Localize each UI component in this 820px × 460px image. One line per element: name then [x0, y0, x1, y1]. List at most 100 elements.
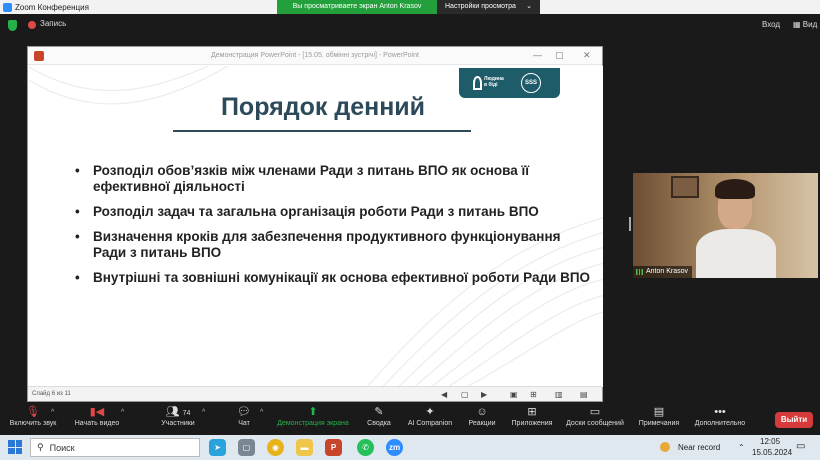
prev-slide-icon[interactable]: ◀ — [441, 390, 447, 399]
shield-icon[interactable] — [8, 20, 17, 31]
screen-share-banner: Вы просматриваете экран Anton Krasov Нас… — [277, 0, 540, 14]
share-screen-icon: ⬆ — [308, 406, 318, 418]
view-options-button[interactable]: Настройки просмотра ⌄ — [437, 0, 540, 14]
screen: Zoom Конференция — ❐ ✕ Вы просматриваете… — [0, 0, 820, 460]
agenda-item: Розподіл задач та загальна організація р… — [75, 204, 595, 220]
telegram-icon[interactable]: ➤ — [209, 439, 226, 456]
participants-icon: 👥︎ 74 — [165, 406, 191, 418]
apps-icon: ⊞ — [527, 406, 537, 418]
sorter-view-icon[interactable]: ⊞ — [530, 390, 537, 399]
view-label: Вид — [802, 20, 818, 29]
powerpoint-window: Демонстрация PowerPoint - [15.05. обмінн… — [27, 46, 603, 402]
smiley-icon: ☺ — [476, 406, 488, 418]
taskbar-search-box[interactable]: ⚲ Поиск — [30, 438, 200, 457]
participant-name: Anton Krasov — [646, 268, 689, 275]
search-placeholder: Поиск — [49, 442, 75, 453]
video-person-body — [696, 229, 776, 278]
notes-label: Примечания — [638, 420, 680, 427]
grid-icon: ▦ — [793, 20, 801, 29]
task-view-icon[interactable]: ▢ — [238, 439, 255, 456]
powerpoint-taskbar-icon[interactable]: P — [325, 439, 342, 456]
ppt-minimize-icon[interactable]: — — [533, 50, 542, 60]
chrome-icon[interactable]: ◉ — [267, 439, 284, 456]
reactions-button[interactable]: ☺ Реакции — [466, 404, 498, 427]
video-picture-frame — [671, 176, 699, 198]
ai-companion-button[interactable]: ✦ AI Companion — [404, 404, 456, 427]
ppt-titlebar: Демонстрация PowerPoint - [15.05. обмінн… — [28, 47, 602, 65]
notes-icon: ▤ — [653, 406, 665, 418]
clock-time[interactable]: 12:05 — [760, 437, 780, 446]
participant-video-tile[interactable]: Anton Krasov — [633, 173, 818, 278]
apps-label: Приложения — [511, 420, 553, 427]
participant-name-tag: Anton Krasov — [633, 266, 693, 278]
audio-label: Включить звук — [9, 420, 57, 427]
notes-button[interactable]: ▤ Примечания — [636, 404, 682, 427]
whiteboards-button[interactable]: ▭ Доски сообщений — [563, 404, 627, 427]
panel-splitter-handle[interactable] — [629, 217, 631, 231]
slide-menu-icon[interactable]: ▢ — [461, 390, 469, 399]
sharing-status-text: Вы просматриваете экран Anton Krasov — [277, 0, 437, 14]
chevron-down-icon: ⌄ — [526, 3, 532, 10]
video-options-caret[interactable]: ^ — [121, 409, 124, 416]
zoom-app-icon — [3, 2, 12, 12]
chat-button[interactable]: 💬︎ Чат — [228, 404, 260, 427]
agenda-item: Визначення кроків для забезпечення проду… — [75, 229, 595, 261]
more-dots-icon: ••• — [714, 406, 726, 418]
participants-button[interactable]: 👥︎ 74 Участники — [152, 404, 204, 427]
search-icon: ⚲ — [37, 442, 44, 452]
recording-label[interactable]: Запись — [40, 19, 66, 28]
ai-companion-label: AI Companion — [407, 420, 453, 427]
apps-button[interactable]: ⊞ Приложения — [508, 404, 556, 427]
organization-logo: Людина в біді SSS — [459, 68, 560, 98]
audio-options-caret[interactable]: ^ — [51, 409, 54, 416]
logo-badge: SSS — [521, 73, 541, 93]
next-slide-icon[interactable]: ▶ — [481, 390, 487, 399]
agenda-item: Розподіл обов’язків між членами Ради з п… — [75, 163, 595, 195]
weather-text[interactable]: Near record — [678, 443, 720, 452]
signal-icon — [636, 269, 643, 275]
more-button[interactable]: ••• Дополнительно — [690, 404, 750, 427]
leave-button[interactable]: Выйти — [775, 412, 813, 428]
slide-title: Порядок денний — [220, 93, 426, 121]
title-underline — [173, 130, 471, 132]
chat-icon: 💬︎ — [237, 406, 251, 418]
ppt-statusbar: Слайд 6 из 11 ◀ ▢ ▶ ▣ ⊞ ▥ ▤ — [28, 386, 602, 401]
whatsapp-icon[interactable]: ✆ — [357, 439, 374, 456]
view-button[interactable]: ▦ Вид — [793, 20, 817, 29]
reading-view-icon[interactable]: ▥ — [555, 390, 563, 399]
whiteboards-label: Доски сообщений — [566, 420, 624, 427]
window-title: Zoom Конференция — [15, 2, 89, 12]
chat-options-caret[interactable]: ^ — [260, 409, 263, 416]
share-screen-button[interactable]: ⬆ Демонстрация экрана — [274, 404, 352, 427]
share-screen-label: Демонстрация экрана — [277, 420, 349, 427]
notifications-icon[interactable]: ▭ — [796, 441, 805, 452]
participants-options-caret[interactable]: ^ — [202, 409, 205, 416]
clock-date[interactable]: 15.05.2024 — [752, 448, 792, 457]
video-button[interactable]: ▮◀ Начать видео — [68, 404, 126, 427]
slide-counter: Слайд 6 из 11 — [32, 391, 71, 397]
normal-view-icon[interactable]: ▣ — [510, 390, 518, 399]
chat-label: Чат — [238, 420, 250, 427]
slideshow-view-icon[interactable]: ▤ — [580, 390, 588, 399]
windows-start-icon[interactable] — [8, 440, 22, 454]
zoom-topbar — [0, 14, 820, 40]
weather-icon[interactable] — [660, 442, 670, 452]
video-person-hair — [715, 179, 755, 199]
participants-label: Участники — [161, 420, 195, 427]
enter-button[interactable]: Вход — [762, 20, 780, 29]
file-explorer-icon[interactable]: ▬ — [296, 439, 313, 456]
tray-chevron-icon[interactable]: ⌃ — [738, 443, 745, 452]
more-label: Дополнительно — [694, 420, 746, 427]
summary-button[interactable]: ✎ Сводка — [362, 404, 396, 427]
zoom-taskbar-icon[interactable]: zm — [386, 439, 403, 456]
reactions-label: Реакции — [468, 420, 496, 427]
slide: Порядок денний Людина в біді SSS Розподі… — [29, 66, 603, 387]
record-icon — [28, 21, 36, 29]
ppt-maximize-icon[interactable]: ▢ — [555, 50, 564, 61]
logo-text-line-2: в біді — [484, 82, 498, 88]
agenda-list: Розподіл обов’язків між членами Ради з п… — [75, 163, 595, 295]
person-logo-icon — [473, 76, 482, 90]
ppt-close-icon[interactable]: ✕ — [583, 50, 591, 61]
summary-label: Сводка — [367, 420, 391, 427]
logo-text: Людина в біді — [484, 76, 504, 88]
